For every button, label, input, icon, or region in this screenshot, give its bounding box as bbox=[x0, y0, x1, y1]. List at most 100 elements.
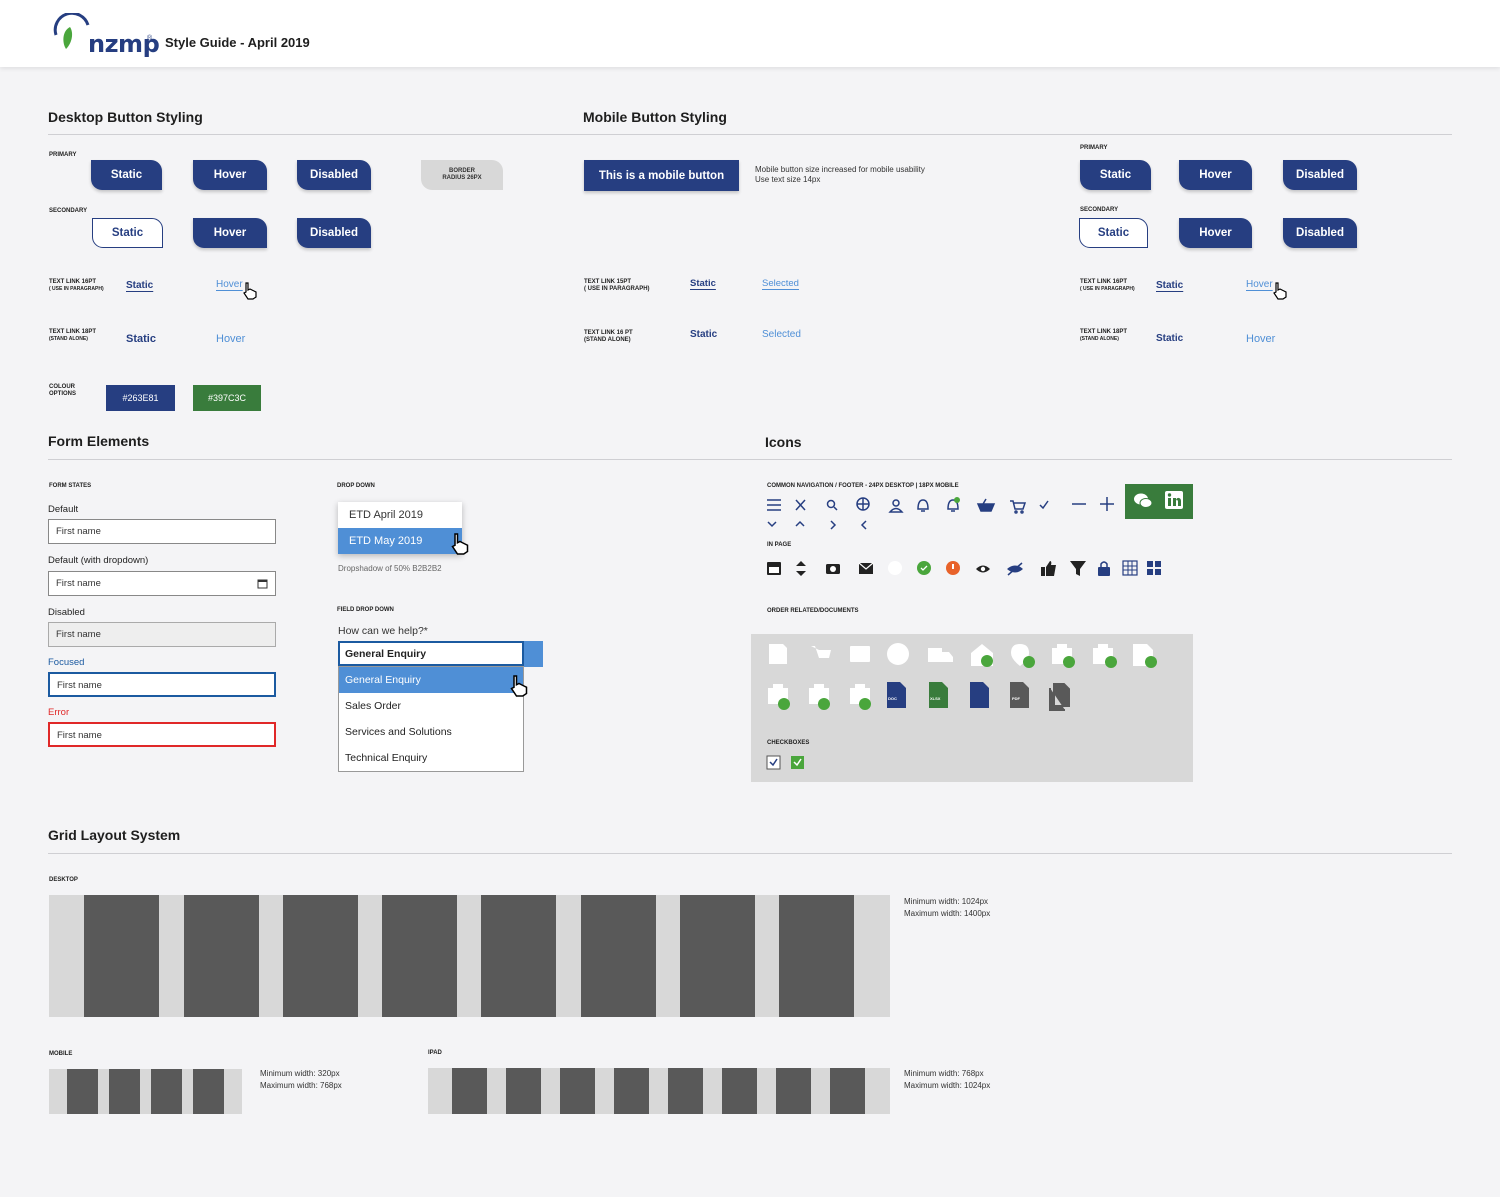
mobile-primary-disabled-button[interactable]: Disabled bbox=[1283, 160, 1357, 190]
grid-column bbox=[382, 895, 457, 1017]
hand-cursor-icon bbox=[243, 282, 257, 300]
logo-trademark: ® bbox=[147, 35, 153, 42]
grid-column bbox=[668, 1068, 703, 1114]
mobile-link-selected[interactable]: Selected bbox=[762, 278, 799, 289]
xlsx-label: XLSX bbox=[930, 696, 941, 701]
grid-heading: Grid Layout System bbox=[48, 827, 181, 843]
mobile-18-link-static[interactable]: Static bbox=[1156, 333, 1183, 344]
desktop-grid-note: Minimum width: 1024px Maximum width: 140… bbox=[904, 896, 990, 920]
order-docs-label: ORDER RELATED/DOCUMENTS bbox=[767, 608, 859, 614]
wechat-icon[interactable] bbox=[1133, 492, 1153, 510]
mobile-primary-label: PRIMARY bbox=[1080, 145, 1108, 151]
field-option[interactable]: Technical Enquiry bbox=[339, 745, 523, 771]
text-link-18-title: TEXT LINK 18PT bbox=[49, 329, 97, 335]
ipad-grid bbox=[428, 1068, 890, 1114]
grid-column bbox=[67, 1069, 98, 1114]
colour-label-1: COLOUR bbox=[49, 384, 75, 390]
radius-note-line2: RADIUS 26PX bbox=[442, 175, 482, 181]
mobile-buttons-heading: Mobile Button Styling bbox=[583, 109, 727, 125]
default-input[interactable]: First name bbox=[48, 519, 276, 544]
field-dropdown-toggle[interactable] bbox=[524, 641, 543, 667]
field-dropdown-options[interactable]: General Enquiry Sales Order Services and… bbox=[338, 666, 524, 772]
disabled-input: First name bbox=[48, 622, 276, 647]
hand-cursor-icon bbox=[451, 533, 469, 555]
default-dropdown-placeholder: First name bbox=[56, 578, 101, 589]
swatch-blue: #263E81 bbox=[106, 385, 175, 411]
colour-options-label: COLOUR OPTIONS bbox=[49, 384, 76, 398]
grid-column bbox=[193, 1069, 224, 1114]
mobile-text-link-16-label: TEXT LINK 16PT ( USE IN PARAGRAPH) bbox=[1080, 279, 1135, 292]
ipad-min-width: Minimum width: 768px bbox=[904, 1069, 984, 1078]
field-option-selected[interactable]: General Enquiry bbox=[339, 667, 523, 693]
focused-label: Focused bbox=[48, 657, 85, 668]
text-link-static[interactable]: Static bbox=[126, 280, 153, 291]
top-header: nzmp ® Style Guide - April 2019 bbox=[0, 0, 1500, 67]
dropdown-option[interactable]: ETD April 2019 bbox=[338, 502, 462, 528]
form-states-label: FORM STATES bbox=[49, 483, 92, 489]
standalone-link-static[interactable]: Static bbox=[126, 333, 156, 345]
pdf-label: PDF bbox=[1012, 696, 1020, 701]
dropdown-option-selected[interactable]: ETD May 2019 bbox=[338, 528, 462, 554]
field-option[interactable]: Services and Solutions bbox=[339, 719, 523, 745]
text-link-18-label: TEXT LINK 18PT (STAND ALONE) bbox=[49, 329, 96, 342]
radius-note-line1: BORDER bbox=[448, 168, 475, 174]
mobile-secondary-hover-button[interactable]: Hover bbox=[1179, 218, 1252, 248]
field-option[interactable]: Sales Order bbox=[339, 693, 523, 719]
order-icons-panel: DOC XLSX PDF CHECKBOXES bbox=[751, 634, 1193, 782]
field-dropdown-select[interactable]: General Enquiry bbox=[338, 641, 524, 666]
hand-cursor-icon bbox=[1273, 282, 1287, 300]
mobile-max-width: Maximum width: 768px bbox=[260, 1081, 342, 1090]
default-dropdown-input[interactable]: First name bbox=[48, 571, 276, 596]
secondary-static-button[interactable]: Static bbox=[92, 218, 163, 248]
grid-column bbox=[722, 1068, 757, 1114]
mobile-link-static[interactable]: Static bbox=[690, 278, 716, 289]
desktop-min-width: Minimum width: 1024px bbox=[904, 897, 989, 906]
grid-column bbox=[680, 895, 755, 1017]
grid-column bbox=[506, 1068, 541, 1114]
standalone-link-hover[interactable]: Hover bbox=[216, 333, 245, 345]
mobile-16-link-hover[interactable]: Hover bbox=[1246, 279, 1273, 290]
mobile-secondary-static-button[interactable]: Static bbox=[1079, 218, 1148, 248]
nav-icons-label: COMMON NAVIGATION / FOOTER - 24PX DESKTO… bbox=[767, 483, 959, 489]
focused-input[interactable]: First name bbox=[48, 672, 276, 697]
order-document-icons bbox=[768, 643, 1157, 711]
linkedin-icon[interactable] bbox=[1164, 490, 1184, 510]
calendar-icon[interactable] bbox=[257, 578, 268, 589]
secondary-disabled-button[interactable]: Disabled bbox=[297, 218, 371, 248]
mobile-primary-hover-button[interactable]: Hover bbox=[1179, 160, 1252, 190]
text-link-15-sub: ( USE IN PARAGRAPH) bbox=[584, 286, 650, 292]
mobile-min-width: Minimum width: 320px bbox=[260, 1069, 340, 1078]
secondary-hover-button[interactable]: Hover bbox=[193, 218, 267, 248]
text-link-15-label: TEXT LINK 15PT ( USE IN PARAGRAPH) bbox=[584, 279, 650, 293]
primary-hover-button[interactable]: Hover bbox=[193, 160, 267, 190]
mobile-button[interactable]: This is a mobile button bbox=[584, 160, 739, 191]
grid-column bbox=[779, 895, 854, 1017]
dropshadow-note: Dropshadow of 50% B2B2B2 bbox=[338, 564, 442, 573]
mobile-grid-label: MOBILE bbox=[49, 1051, 73, 1057]
desktop-max-width: Maximum width: 1400px bbox=[904, 909, 991, 918]
field-dropdown-label: FIELD DROP DOWN bbox=[337, 607, 394, 613]
divider bbox=[48, 459, 1452, 460]
mobile-standalone-static[interactable]: Static bbox=[690, 329, 717, 340]
mobile-primary-static-button[interactable]: Static bbox=[1080, 160, 1151, 190]
icons-heading: Icons bbox=[765, 434, 802, 450]
dropdown-menu[interactable]: ETD April 2019 ETD May 2019 bbox=[338, 502, 462, 554]
error-input[interactable]: First name bbox=[48, 722, 276, 747]
desktop-grid bbox=[49, 895, 890, 1017]
text-link-16s-label: TEXT LINK 16 PT (STAND ALONE) bbox=[584, 330, 633, 344]
mobile-18-link-hover[interactable]: Hover bbox=[1246, 333, 1275, 345]
navigation-icons bbox=[767, 497, 1114, 530]
grid-column bbox=[481, 895, 556, 1017]
grid-column bbox=[109, 1069, 140, 1114]
primary-disabled-button[interactable]: Disabled bbox=[297, 160, 371, 190]
divider bbox=[48, 853, 1452, 854]
ipad-grid-note: Minimum width: 768px Maximum width: 1024… bbox=[904, 1068, 990, 1092]
mobile-16-link-static[interactable]: Static bbox=[1156, 280, 1183, 291]
mobile-standalone-selected[interactable]: Selected bbox=[762, 329, 801, 340]
swatch-green: #397C3C bbox=[193, 385, 261, 411]
in-page-icons bbox=[767, 560, 1161, 576]
mobile-secondary-disabled-button[interactable]: Disabled bbox=[1283, 218, 1357, 248]
text-link-hover[interactable]: Hover bbox=[216, 279, 243, 290]
primary-static-button[interactable]: Static bbox=[91, 160, 162, 190]
hand-cursor-icon bbox=[510, 675, 528, 697]
